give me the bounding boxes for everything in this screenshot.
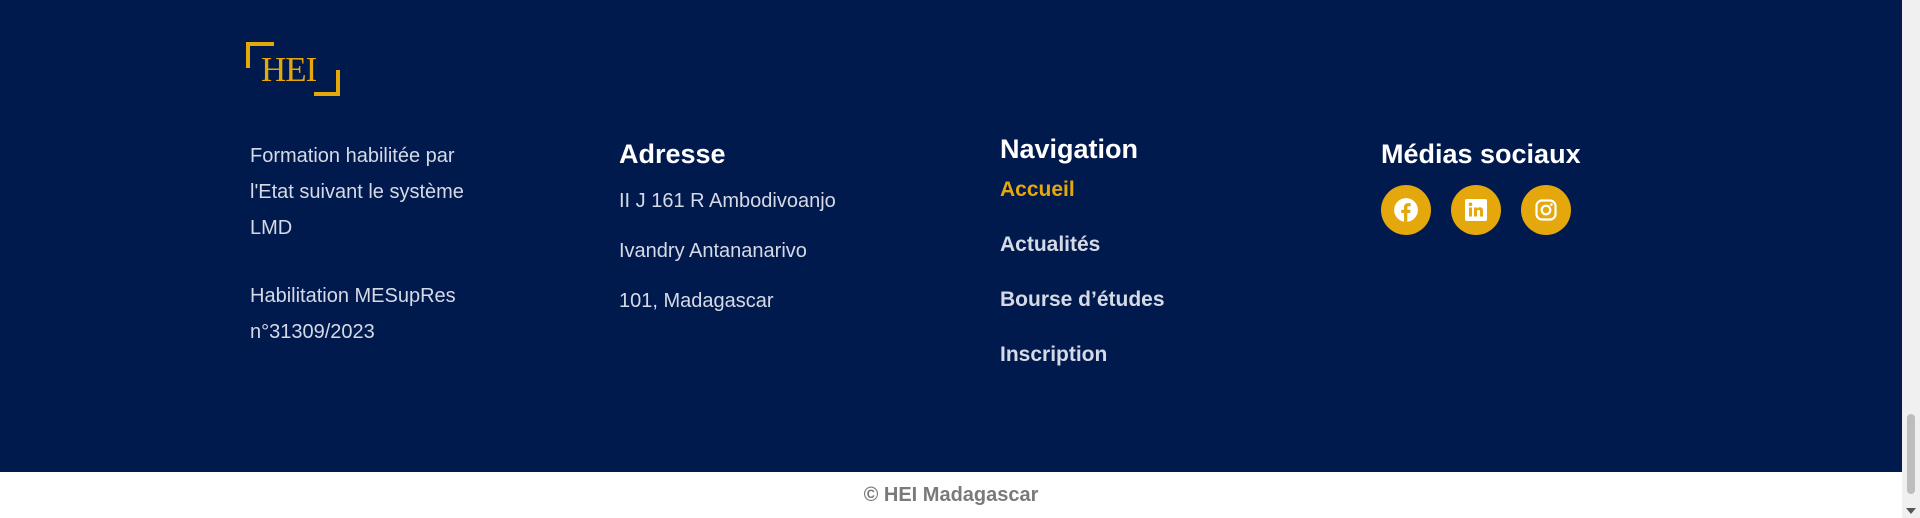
facebook-button[interactable] <box>1381 185 1431 235</box>
habilitation-text: Habilitation MESupRes n°31309/2023 <box>250 285 456 343</box>
navigation-column: Navigation Accueil Actualités Bourse d’é… <box>1000 134 1165 392</box>
accreditation-text: Formation habilitée par l'Etat suivant l… <box>250 145 464 239</box>
nav-link-bourse[interactable]: Bourse d’études <box>1000 282 1165 337</box>
social-column: Médias sociaux <box>1381 139 1581 235</box>
facebook-icon <box>1394 198 1418 222</box>
scrollbar-thumb[interactable] <box>1907 414 1915 494</box>
logo-corner-bottom-right <box>314 70 340 96</box>
about-column: Formation habilitée par l'Etat suivant l… <box>250 138 490 382</box>
instagram-button[interactable] <box>1521 185 1571 235</box>
copyright-text: © HEI Madagascar <box>863 484 1039 506</box>
nav-link-actualites[interactable]: Actualités <box>1000 227 1165 282</box>
instagram-icon <box>1535 199 1557 221</box>
address-column: Adresse II J 161 R Ambodivoanjo Ivandry … <box>619 139 836 333</box>
linkedin-icon <box>1465 199 1487 221</box>
logo-text: HEI <box>261 50 317 89</box>
address-line: Ivandry Antananarivo <box>619 240 807 262</box>
address-heading: Adresse <box>619 139 726 169</box>
nav-link-inscription[interactable]: Inscription <box>1000 337 1165 392</box>
nav-link-accueil[interactable]: Accueil <box>1000 172 1165 227</box>
address-line: II J 161 R Ambodivoanjo <box>619 190 836 212</box>
linkedin-button[interactable] <box>1451 185 1501 235</box>
site-footer: HEI Formation habilitée par l'Etat suiva… <box>0 0 1902 472</box>
address-line: 101, Madagascar <box>619 290 774 312</box>
scroll-down-arrow-icon[interactable] <box>1906 508 1916 514</box>
navigation-heading: Navigation <box>1000 134 1139 164</box>
hei-logo[interactable]: HEI <box>246 42 340 96</box>
copyright-bar: © HEI Madagascar <box>0 472 1902 518</box>
social-heading: Médias sociaux <box>1381 139 1581 169</box>
vertical-scrollbar[interactable] <box>1902 0 1920 518</box>
